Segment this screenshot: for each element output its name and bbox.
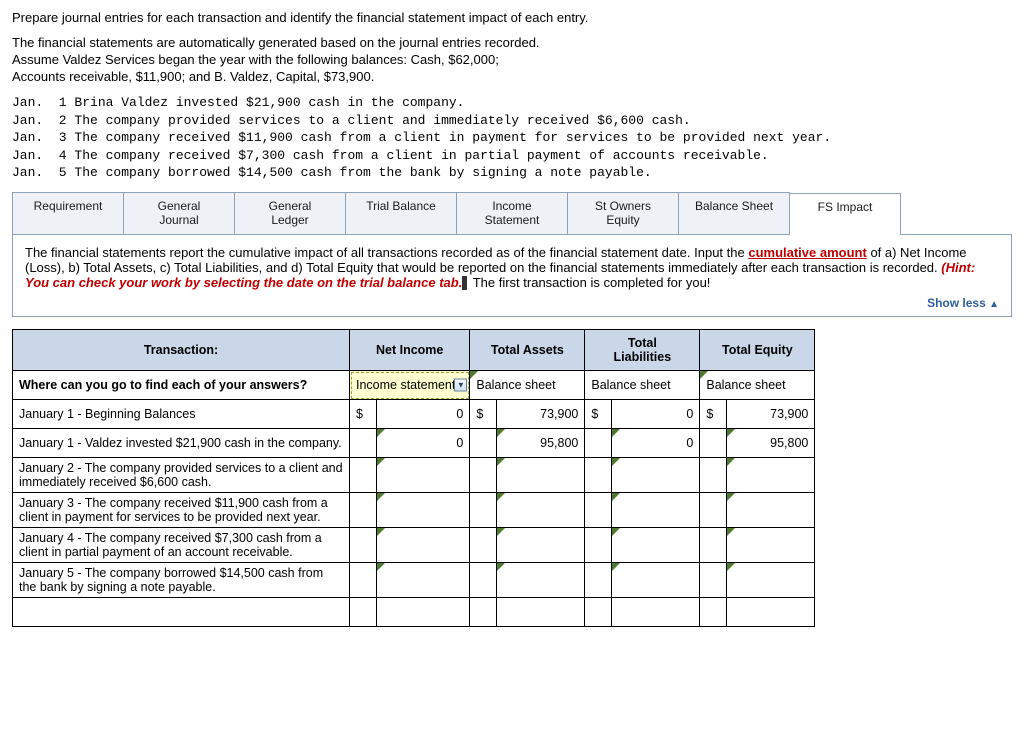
tab-requirement[interactable]: Requirement <box>12 192 124 234</box>
intro-line-3: Assume Valdez Services began the year wi… <box>12 52 1012 67</box>
cumulative-label: cumulative amount <box>748 245 866 260</box>
tab-fs-impact[interactable]: FS Impact <box>789 193 901 235</box>
chevron-up-icon: ▲ <box>989 299 999 310</box>
table-row: January 2 - The company provided service… <box>13 458 815 493</box>
tab-general-ledger[interactable]: GeneralLedger <box>234 192 346 234</box>
hint-liab-cell[interactable]: Balance sheet <box>585 371 700 400</box>
hint-question: Where can you go to find each of your an… <box>13 371 350 400</box>
table-row: January 1 - Beginning Balances $0 $73,90… <box>13 400 815 429</box>
hint-equity-cell[interactable]: Balance sheet <box>700 371 815 400</box>
row-label: January 1 - Valdez invested $21,900 cash… <box>13 429 350 458</box>
show-less-toggle[interactable]: Show less ▲ <box>25 296 999 310</box>
intro-block: Prepare journal entries for each transac… <box>12 10 1012 84</box>
hint-row: Where can you go to find each of your an… <box>13 371 815 400</box>
cell-total-liab[interactable] <box>612 528 700 563</box>
cell-total-liab[interactable] <box>612 458 700 493</box>
cell-total-liab[interactable]: 0 <box>612 400 700 429</box>
table-row <box>13 598 815 627</box>
row-label: January 1 - Beginning Balances <box>13 400 350 429</box>
tab-balance-sheet[interactable]: Balance Sheet <box>678 192 790 234</box>
tab-strip: Requirement GeneralJournal GeneralLedger… <box>12 192 1012 235</box>
cell-net-income[interactable] <box>377 563 470 598</box>
intro-line-1: Prepare journal entries for each transac… <box>12 10 1012 25</box>
cell-net-income[interactable] <box>377 458 470 493</box>
cell-total-liab[interactable]: 0 <box>612 429 700 458</box>
th-total-liabilities: TotalLiabilities <box>585 330 700 371</box>
cell-total-assets[interactable] <box>497 493 585 528</box>
instruction-panel: The financial statements report the cumu… <box>12 235 1012 318</box>
row-label: January 5 - The company borrowed $14,500… <box>13 563 350 598</box>
cell-total-assets[interactable] <box>497 458 585 493</box>
cell-total-assets[interactable]: 73,900 <box>497 400 585 429</box>
cell-total-equity[interactable]: 95,800 <box>727 429 815 458</box>
cell-net-income[interactable]: 0 <box>377 429 470 458</box>
cell-total-liab[interactable] <box>612 563 700 598</box>
th-total-assets: Total Assets <box>470 330 585 371</box>
tab-owners-equity[interactable]: St OwnersEquity <box>567 192 679 234</box>
tab-income-statement[interactable]: IncomeStatement <box>456 192 568 234</box>
cell-total-equity[interactable] <box>727 528 815 563</box>
tab-trial-balance[interactable]: Trial Balance <box>345 192 457 234</box>
cell-net-income[interactable]: 0 <box>377 400 470 429</box>
table-row: January 3 - The company received $11,900… <box>13 493 815 528</box>
text-cursor-icon <box>462 276 467 290</box>
cell-net-income[interactable] <box>377 493 470 528</box>
cell-total-liab[interactable] <box>612 493 700 528</box>
row-label: January 2 - The company provided service… <box>13 458 350 493</box>
table-row: January 4 - The company received $7,300 … <box>13 528 815 563</box>
tab-general-journal[interactable]: GeneralJournal <box>123 192 235 234</box>
transaction-list-mono: Jan. 1 Brina Valdez invested $21,900 cas… <box>12 94 1012 182</box>
fs-impact-table: Transaction: Net Income Total Assets Tot… <box>12 329 815 627</box>
row-label: January 4 - The company received $7,300 … <box>13 528 350 563</box>
cell-total-assets[interactable] <box>497 528 585 563</box>
row-label: January 3 - The company received $11,900… <box>13 493 350 528</box>
intro-line-4: Accounts receivable, $11,900; and B. Val… <box>12 69 1012 84</box>
table-row: January 1 - Valdez invested $21,900 cash… <box>13 429 815 458</box>
hint-income-dropdown[interactable]: Income statement ▼ <box>350 371 470 400</box>
th-total-equity: Total Equity <box>700 330 815 371</box>
cell-total-assets[interactable] <box>497 563 585 598</box>
cell-total-assets[interactable]: 95,800 <box>497 429 585 458</box>
hint-assets-cell[interactable]: Balance sheet <box>470 371 585 400</box>
cell-total-equity[interactable] <box>727 563 815 598</box>
cell-total-equity[interactable] <box>727 493 815 528</box>
th-net-income: Net Income <box>350 330 470 371</box>
cell-total-equity[interactable]: 73,900 <box>727 400 815 429</box>
th-transaction: Transaction: <box>13 330 350 371</box>
table-row: January 5 - The company borrowed $14,500… <box>13 563 815 598</box>
cell-net-income[interactable] <box>377 528 470 563</box>
cell-total-equity[interactable] <box>727 458 815 493</box>
chevron-down-icon: ▼ <box>454 379 467 392</box>
intro-line-2: The financial statements are automatical… <box>12 35 1012 50</box>
